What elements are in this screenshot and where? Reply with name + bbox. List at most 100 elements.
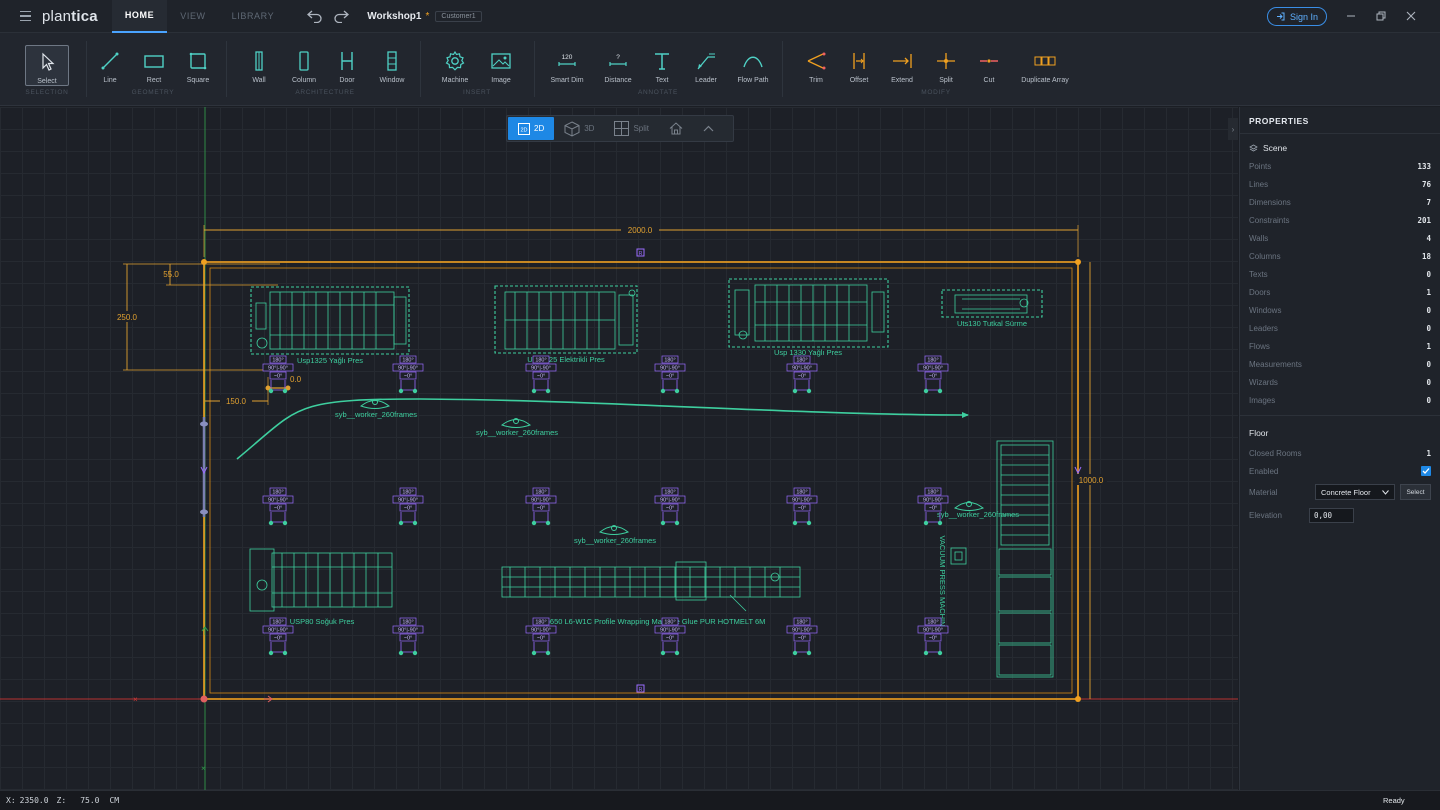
view-2d-button[interactable]: 2D 2D <box>508 117 555 140</box>
column[interactable]: 180° 90°|-90° ~0° <box>786 487 818 526</box>
tool-door[interactable]: Door <box>325 45 369 87</box>
column[interactable]: 180° 90°|-90° ~0° <box>917 487 949 526</box>
column[interactable]: 180° 90°|-90° ~0° <box>262 487 294 526</box>
column-angle-top: 180° <box>402 490 413 496</box>
column-angle-mid: 90°|-90° <box>531 498 551 504</box>
tool-rect[interactable]: Rect <box>132 45 176 87</box>
column[interactable]: 180° 90°|-90° ~0° <box>786 617 818 656</box>
origin-point[interactable] <box>200 695 208 703</box>
scene-stat-value: 0 <box>1426 305 1431 315</box>
tool-trim[interactable]: Trim <box>794 45 838 87</box>
worker[interactable]: syb__worker_260frames <box>476 418 558 438</box>
tool-extend[interactable]: Extend <box>880 45 924 87</box>
tool-duplicate-array[interactable]: Duplicate Array <box>1021 45 1069 87</box>
column[interactable]: 180° 90°|-90° ~0° <box>392 617 424 656</box>
machine-usp1330-oil-press[interactable]: Usp 1330 Yağlı Pres <box>728 278 889 357</box>
column-angle-mid: 90°|-90° <box>398 628 418 634</box>
document-title[interactable]: Workshop1 <box>367 11 421 22</box>
floor-section-header: Floor <box>1240 415 1440 444</box>
wall-outer[interactable] <box>203 261 1079 700</box>
tab-library[interactable]: LIBRARY <box>219 0 288 33</box>
machine-vacuum-press[interactable]: VACUUM PRESS MACHIN <box>938 440 1054 678</box>
tool-image-label: Image <box>491 77 511 84</box>
view-3d-button[interactable]: 3D <box>554 117 604 140</box>
undo-icon[interactable] <box>307 9 323 23</box>
tab-home[interactable]: HOME <box>111 0 168 33</box>
tool-distance[interactable]: ? Distance <box>596 45 640 87</box>
machine-usp1325-oil-press[interactable]: Usp1325 Yağlı Pres <box>250 286 410 365</box>
worker[interactable]: syb__worker_260frames <box>574 525 656 546</box>
tab-view[interactable]: VIEW <box>167 0 218 33</box>
machine-usp1325-electric-press[interactable]: Usp1325 Elektrikli Pres <box>494 285 638 364</box>
layers-icon <box>1249 144 1258 151</box>
tool-wall[interactable]: Wall <box>237 45 281 87</box>
home-view-button[interactable] <box>659 117 693 140</box>
wall-vertex[interactable] <box>1075 696 1081 702</box>
column-angle-top: 180° <box>272 620 283 626</box>
customer-chip[interactable]: Customer1 <box>435 10 482 22</box>
tool-image[interactable]: Image <box>479 45 523 87</box>
dim-width-label[interactable]: 2000.0 <box>628 226 653 235</box>
elevation-input[interactable] <box>1309 507 1354 523</box>
drawing-canvas[interactable]: × × R R 2000.0 1000.0 250.0 55.0 150.0 0… <box>0 107 1238 790</box>
view-split-button[interactable]: Split <box>604 117 659 140</box>
tool-column[interactable]: Column <box>282 45 326 87</box>
status-ready: Ready <box>1383 796 1405 805</box>
machine-usp80-cold-press[interactable]: USP80 Soğuk Pres <box>249 548 393 626</box>
material-select[interactable]: Concrete Floor <box>1315 484 1395 500</box>
machines[interactable]: Usp1325 Yağlı Pres Usp1325 Elektrikli Pr… <box>249 278 1054 678</box>
panel-collapse-button[interactable]: › <box>1228 118 1238 140</box>
column[interactable]: 180° 90°|-90° ~0° <box>262 617 294 656</box>
tool-split[interactable]: Split <box>924 45 968 87</box>
tool-flow-path[interactable]: Flow Path <box>731 45 775 87</box>
tool-wall-label: Wall <box>252 77 266 84</box>
dim-150-label[interactable]: 150.0 <box>226 397 247 406</box>
sign-in-button[interactable]: Sign In <box>1267 7 1327 26</box>
enabled-checkbox[interactable] <box>1421 466 1431 476</box>
dim-zero-label[interactable]: 0.0 <box>290 375 302 384</box>
dim-250-label[interactable]: 250.0 <box>117 313 138 322</box>
scene-stat-row: Points 133 <box>1240 157 1440 175</box>
tool-leader[interactable]: Leader <box>684 45 728 87</box>
column[interactable]: 180° 90°|-90° ~0° <box>392 355 424 394</box>
column[interactable]: 180° 90°|-90° ~0° <box>917 355 949 394</box>
dim-55-label[interactable]: 55.0 <box>163 270 179 279</box>
column[interactable]: 180° 90°|-90° ~0° <box>525 487 557 526</box>
tool-text[interactable]: Text <box>640 45 684 87</box>
tool-cut[interactable]: Cut <box>967 45 1011 87</box>
floor-plan[interactable]: × × R R 2000.0 1000.0 250.0 55.0 150.0 0… <box>0 107 1238 790</box>
dim-height-label[interactable]: 1000.0 <box>1079 476 1104 485</box>
tool-smart-dim[interactable]: 120 Smart Dim <box>545 45 589 87</box>
wall-vertex[interactable] <box>1075 259 1081 265</box>
redo-icon[interactable] <box>333 9 350 23</box>
tool-line[interactable]: Line <box>88 45 132 87</box>
column-angle-top: 180° <box>535 358 546 364</box>
restore-icon[interactable] <box>1373 8 1389 24</box>
column[interactable]: 180° 90°|-90° ~0° <box>786 355 818 394</box>
column[interactable]: 180° 90°|-90° ~0° <box>654 487 686 526</box>
collapse-toolbar-button[interactable] <box>693 117 724 140</box>
worker[interactable]: syb__worker_260frames <box>335 399 417 420</box>
machine-uts130-glue[interactable]: Uts130 Tutkal Sürme <box>941 289 1043 328</box>
scene-section-header[interactable]: Scene <box>1240 134 1440 157</box>
machine-usp650-profile-wrapping[interactable]: Usp650 L6-W1C Profile Wrapping Machine G… <box>501 561 801 626</box>
minimize-icon[interactable] <box>1343 8 1359 24</box>
menu-icon[interactable] <box>20 7 38 25</box>
tool-window[interactable]: Window <box>370 45 414 87</box>
worker[interactable]: syb__worker_260frames <box>937 501 1019 520</box>
columns[interactable]: 180° 90°|-90° ~0° 180° 90°|-90° ~0° 180° 90°|-9… <box>262 355 949 656</box>
column[interactable]: 180° 90°|-90° ~0° <box>654 355 686 394</box>
flow-path[interactable] <box>236 398 969 460</box>
chevron-up-icon <box>703 125 714 132</box>
column[interactable]: 180° 90°|-90° ~0° <box>392 487 424 526</box>
unsaved-indicator: * <box>425 10 430 22</box>
column-angle-mid: 90°|-90° <box>923 498 943 504</box>
tool-offset[interactable]: Offset <box>837 45 881 87</box>
tool-machine[interactable]: Machine <box>433 45 477 87</box>
door-handle <box>200 509 208 515</box>
close-icon[interactable] <box>1403 8 1419 24</box>
tool-square[interactable]: Square <box>176 45 220 87</box>
tool-select[interactable]: Select <box>25 45 69 86</box>
material-select-button[interactable]: Select <box>1400 484 1431 500</box>
unit-label[interactable]: CM <box>109 796 119 805</box>
